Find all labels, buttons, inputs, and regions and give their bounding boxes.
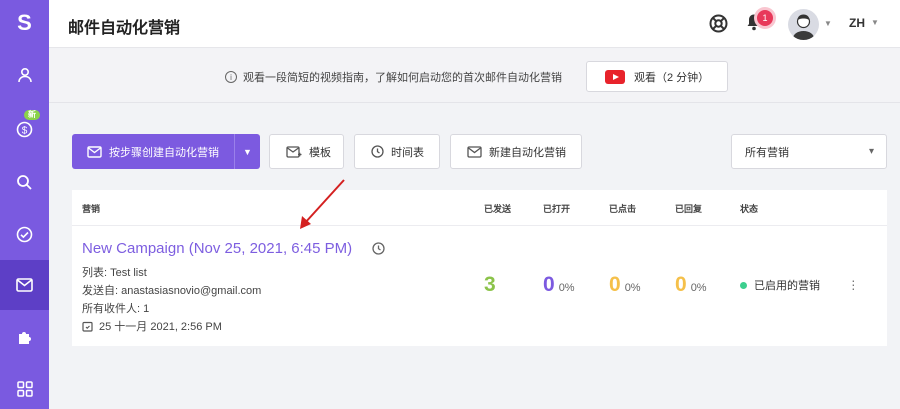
column-replied: 已回复 xyxy=(675,204,703,214)
info-icon: i xyxy=(225,71,237,83)
calendar-icon xyxy=(82,321,93,332)
user-avatar-icon xyxy=(792,14,815,40)
column-status: 状态 xyxy=(740,204,759,214)
status-label: 已启用的营销 xyxy=(754,280,820,292)
column-opened: 已打开 xyxy=(543,204,571,214)
clock-icon xyxy=(371,145,384,158)
create-step-by-step-label: 按步骤创建自动化营销 xyxy=(109,146,219,159)
sent-count: 3 xyxy=(484,273,496,296)
campaign-list: 列表: Test list xyxy=(82,267,147,279)
status-dot-icon xyxy=(740,281,747,289)
column-campaign: 营销 xyxy=(82,204,101,214)
chevron-down-icon: ▾ xyxy=(868,146,874,157)
notification-count-badge: 1 xyxy=(757,10,773,26)
language-selector[interactable]: ZH xyxy=(849,16,865,30)
watch-video-button[interactable]: 观看（2 分钟） xyxy=(586,61,728,92)
create-step-by-step-button[interactable]: 按步骤创建自动化营销 ▼ xyxy=(72,134,260,169)
opened-stat: 0 0% xyxy=(543,273,575,297)
user-icon xyxy=(17,67,32,83)
annotation-arrow-icon xyxy=(300,179,345,229)
campaign-sender: 发送自: anastasiasnovio@gmail.com xyxy=(82,285,262,297)
puzzle-icon xyxy=(18,332,31,344)
clock-icon xyxy=(372,242,385,255)
banner-text: 观看一段简短的视频指南，了解如何启动您的首次邮件自动化营销 xyxy=(243,72,562,84)
youtube-icon xyxy=(605,69,625,84)
new-automation-button[interactable]: 新建自动化营销 xyxy=(450,134,582,169)
column-sent: 已发送 xyxy=(484,204,512,214)
campaign-recipients: 所有收件人: 1 xyxy=(82,303,150,315)
schedule-label: 时间表 xyxy=(391,146,424,159)
sidebar-item-apps[interactable] xyxy=(0,364,49,409)
templates-button[interactable]: 模板 xyxy=(269,134,344,169)
mail-icon xyxy=(16,278,33,292)
chevron-down-icon: ▼ xyxy=(243,146,252,157)
create-dropdown-toggle[interactable]: ▼ xyxy=(234,134,260,169)
sidebar-item-email-automation[interactable] xyxy=(0,260,49,310)
mail-icon xyxy=(467,145,482,158)
grid-icon xyxy=(16,381,33,397)
clicked-percent: 0% xyxy=(624,282,641,294)
opened-percent: 0% xyxy=(558,282,575,294)
top-header: 邮件自动化营销 1 ▼ ZH ▼ xyxy=(49,0,900,48)
status-badge: 已启用的营销 xyxy=(740,277,820,293)
avatar[interactable] xyxy=(788,9,819,40)
new-automation-label: 新建自动化营销 xyxy=(489,146,566,159)
more-options-icon[interactable]: · · · xyxy=(851,273,856,295)
sidebar-item-pricing[interactable]: 新 $ xyxy=(0,104,49,154)
video-guide-banner: i 观看一段简短的视频指南，了解如何启动您的首次邮件自动化营销 观看（2 分钟） xyxy=(49,49,900,103)
new-badge: 新 xyxy=(24,110,40,120)
clicked-stat: 0 0% xyxy=(609,273,641,297)
opened-count: 0 xyxy=(543,273,555,296)
campaign-name-link[interactable]: New Campaign (Nov 25, 2021, 6:45 PM) xyxy=(82,240,352,257)
create-step-by-step-main[interactable]: 按步骤创建自动化营销 xyxy=(72,134,234,169)
svg-text:$: $ xyxy=(22,125,28,136)
sidebar-item-tasks[interactable] xyxy=(0,209,49,259)
language-caret-icon[interactable]: ▼ xyxy=(871,18,879,27)
mail-template-icon xyxy=(286,145,302,158)
schedule-button[interactable]: 时间表 xyxy=(354,134,440,169)
templates-label: 模板 xyxy=(309,146,331,159)
account-caret-icon[interactable]: ▼ xyxy=(824,19,832,28)
dollar-icon: $ xyxy=(16,121,33,137)
help-lifebuoy-icon[interactable] xyxy=(709,14,728,33)
app-logo[interactable]: S xyxy=(0,0,49,46)
replied-count: 0 xyxy=(675,273,687,296)
replied-stat: 0 0% xyxy=(675,273,707,297)
search-icon xyxy=(17,174,32,190)
sidebar-item-contacts[interactable] xyxy=(0,50,49,100)
campaign-date-text: 25 十一月 2021, 2:56 PM xyxy=(99,321,222,333)
page-title: 邮件自动化营销 xyxy=(68,20,181,37)
column-clicked: 已点击 xyxy=(609,204,637,214)
watch-video-label: 观看（2 分钟） xyxy=(634,71,710,84)
sidebar-item-integrations[interactable] xyxy=(0,312,49,362)
mail-icon xyxy=(87,145,102,158)
replied-percent: 0% xyxy=(690,282,707,294)
campaign-filter-select[interactable]: 所有营销 ▾ xyxy=(731,134,887,169)
sidebar-item-search[interactable] xyxy=(0,157,49,207)
banner-message: i 观看一段简短的视频指南，了解如何启动您的首次邮件自动化营销 xyxy=(225,69,562,85)
check-circle-icon xyxy=(16,226,33,242)
campaign-date: 25 十一月 2021, 2:56 PM xyxy=(82,318,222,334)
clicked-count: 0 xyxy=(609,273,621,296)
sidebar: S 新 $ xyxy=(0,0,49,409)
campaign-filter-value: 所有营销 xyxy=(745,146,789,159)
table-header: 营销 已发送 已打开 已点击 已回复 状态 xyxy=(72,190,887,226)
campaign-table: 营销 已发送 已打开 已点击 已回复 状态 New Campaign (Nov … xyxy=(72,190,887,346)
